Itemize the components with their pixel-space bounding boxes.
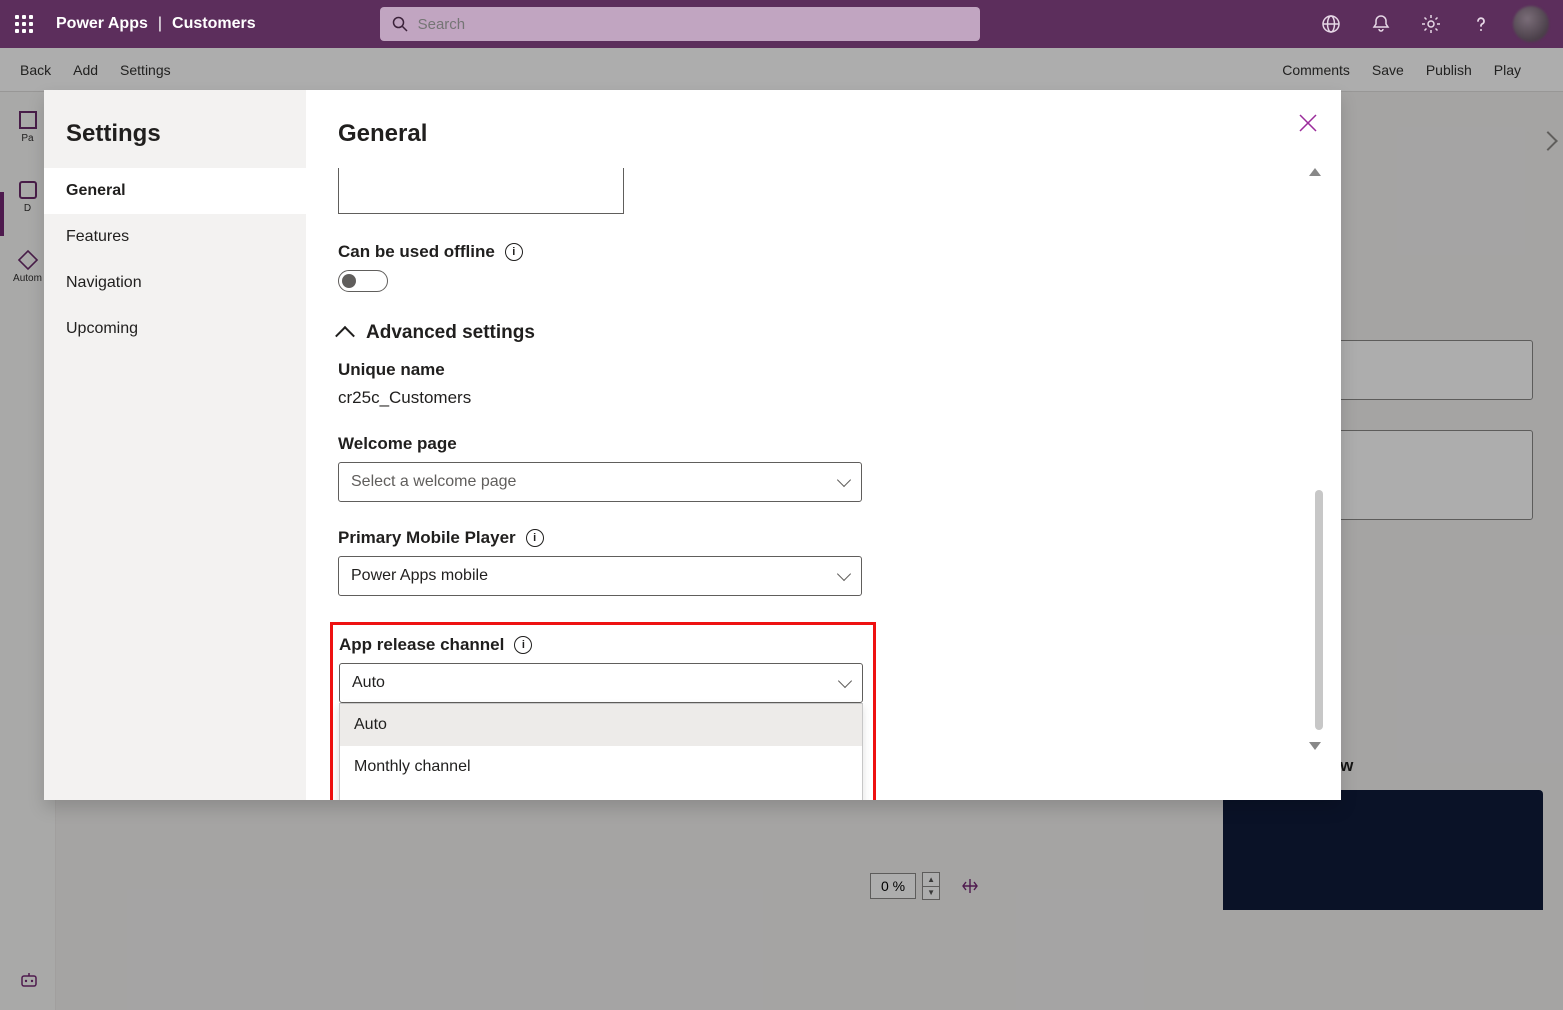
settings-title: Settings [44, 90, 306, 168]
release-option-semiannual[interactable]: Semi-annual channel [340, 788, 862, 800]
tab-general[interactable]: General [44, 168, 306, 214]
chevron-down-icon [838, 674, 852, 688]
search-icon [392, 16, 408, 32]
top-app-bar: Power Apps | Customers [0, 0, 1563, 48]
tab-upcoming[interactable]: Upcoming [44, 306, 306, 352]
app-launcher-button[interactable] [0, 0, 48, 48]
chevron-down-icon [837, 473, 851, 487]
close-icon [1297, 112, 1319, 134]
user-avatar[interactable] [1509, 0, 1553, 48]
collapse-right-pane[interactable] [1541, 134, 1555, 148]
scrollbar-thumb[interactable] [1315, 490, 1323, 730]
unique-name-label: Unique name [338, 360, 1301, 380]
welcome-page-label: Welcome page [338, 434, 1301, 454]
release-option-monthly[interactable]: Monthly channel [340, 746, 862, 788]
primary-player-label: Primary Mobile Player i [338, 528, 1301, 548]
unique-name-value: cr25c_Customers [338, 388, 1301, 408]
tab-features[interactable]: Features [44, 214, 306, 260]
release-channel-highlight: App release channel i Auto Auto Monthly … [330, 622, 876, 800]
settings-sidebar: Settings General Features Navigation Upc… [44, 90, 306, 800]
info-icon[interactable]: i [526, 529, 544, 547]
offline-toggle[interactable] [338, 270, 388, 292]
info-icon[interactable]: i [514, 636, 532, 654]
settings-content: General Can be used offline i Advanced s… [306, 90, 1341, 800]
offline-label: Can be used offline i [338, 242, 1301, 262]
tab-navigation[interactable]: Navigation [44, 260, 306, 306]
welcome-page-select[interactable]: Select a welcome page [338, 462, 862, 502]
context-name: Customers [172, 15, 256, 33]
description-input[interactable] [338, 168, 624, 214]
advanced-settings-header[interactable]: Advanced settings [338, 322, 1301, 344]
close-button[interactable] [1297, 112, 1319, 134]
title-separator: | [158, 15, 162, 33]
release-channel-dropdown: Auto Monthly channel Semi-annual channel [339, 703, 863, 800]
environment-icon[interactable] [1309, 0, 1353, 48]
product-name: Power Apps [56, 15, 148, 33]
search-input[interactable] [418, 16, 968, 33]
scroll-up-arrow[interactable] [1309, 168, 1321, 176]
topbar-actions [1309, 0, 1553, 48]
help-icon[interactable] [1459, 0, 1503, 48]
waffle-icon [15, 15, 33, 33]
chevron-down-icon [837, 567, 851, 581]
release-option-auto[interactable]: Auto [340, 704, 862, 746]
chevron-up-icon [335, 326, 355, 346]
release-channel-label: App release channel i [339, 635, 865, 655]
app-title: Power Apps | Customers [48, 15, 270, 33]
notifications-icon[interactable] [1359, 0, 1403, 48]
global-search[interactable] [380, 7, 980, 41]
release-channel-select[interactable]: Auto [339, 663, 863, 703]
primary-player-select[interactable]: Power Apps mobile [338, 556, 862, 596]
settings-modal: Settings General Features Navigation Upc… [44, 90, 1341, 800]
scroll-down-arrow[interactable] [1309, 742, 1321, 750]
general-heading: General [338, 120, 1301, 148]
settings-gear-icon[interactable] [1409, 0, 1453, 48]
info-icon[interactable]: i [505, 243, 523, 261]
